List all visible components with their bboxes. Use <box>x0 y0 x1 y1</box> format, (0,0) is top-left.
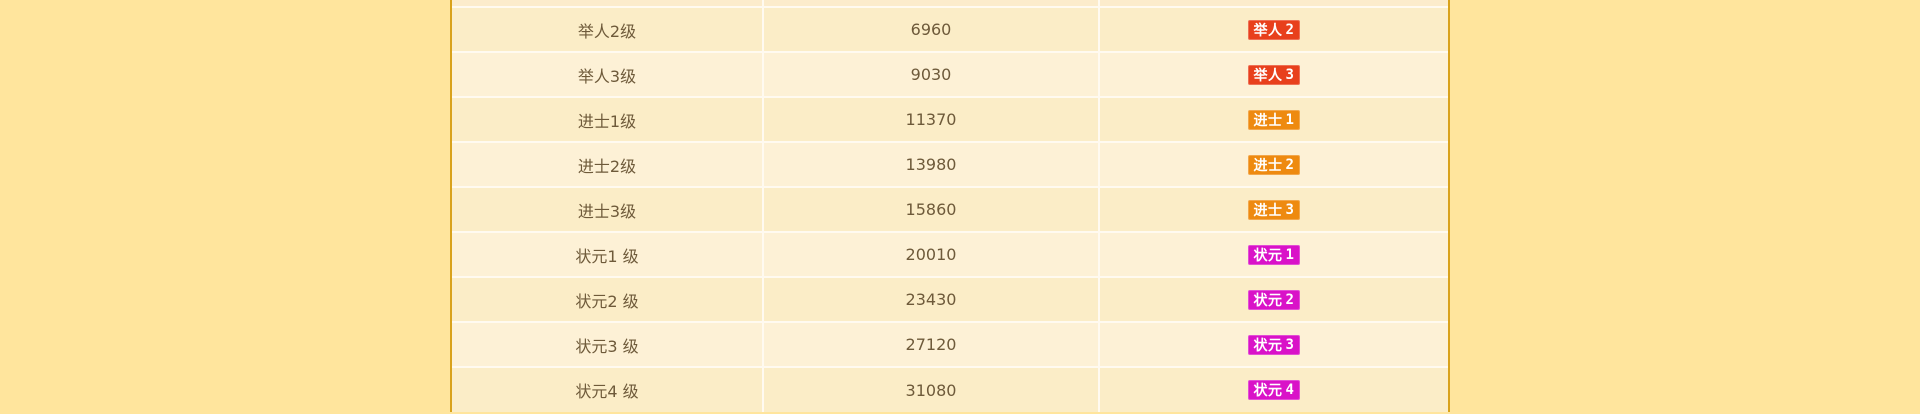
table-row: 状元3 级 27120 状元 3 <box>452 323 1448 368</box>
badge-label: 状元 <box>1253 292 1283 309</box>
badge-number: 4 <box>1285 382 1295 398</box>
badge-cell: 进士 2 <box>1100 143 1448 186</box>
badge-label: 状元 <box>1253 247 1283 264</box>
level-name: 状元2 级 <box>452 278 764 321</box>
table-row: 举人3级 9030 举人 3 <box>452 53 1448 98</box>
rank-badge: 举人 2 <box>1248 19 1300 40</box>
rank-badge: 进士 1 <box>1248 109 1300 130</box>
badge-number: 2 <box>1285 291 1295 308</box>
previous-row-edge <box>452 0 1448 8</box>
rank-badge: 状元 3 <box>1248 334 1300 355</box>
level-name: 举人2级 <box>452 8 764 51</box>
rank-badge: 进士 3 <box>1248 199 1300 220</box>
badge-label: 举人 <box>1253 22 1283 39</box>
level-name: 进士2级 <box>452 143 764 186</box>
badge-label: 状元 <box>1253 383 1283 399</box>
rank-badge: 状元 4 <box>1248 380 1300 400</box>
previous-row-cell <box>764 0 1100 6</box>
points-value: 20010 <box>764 233 1100 276</box>
level-name: 状元4 级 <box>452 368 764 412</box>
level-name: 状元3 级 <box>452 323 764 366</box>
points-value: 11370 <box>764 98 1100 141</box>
previous-row-cell <box>1100 0 1448 6</box>
points-value: 13980 <box>764 143 1100 186</box>
rank-badge: 进士 2 <box>1248 154 1300 175</box>
badge-label: 进士 <box>1253 112 1283 129</box>
badge-number: 3 <box>1285 336 1295 353</box>
table-row: 进士2级 13980 进士 2 <box>452 143 1448 188</box>
badge-label: 进士 <box>1253 202 1283 219</box>
points-value: 6960 <box>764 8 1100 51</box>
rank-badge: 状元 2 <box>1248 289 1300 310</box>
badge-cell: 状元 3 <box>1100 323 1448 366</box>
table-row: 状元1 级 20010 状元 1 <box>452 233 1448 278</box>
badge-cell: 进士 1 <box>1100 98 1448 141</box>
level-name: 进士1级 <box>452 98 764 141</box>
badge-label: 举人 <box>1253 67 1283 84</box>
badge-cell: 状元 4 <box>1100 368 1448 412</box>
badge-cell: 状元 1 <box>1100 233 1448 276</box>
badge-cell: 进士 3 <box>1100 188 1448 231</box>
level-name: 状元1 级 <box>452 233 764 276</box>
badge-number: 3 <box>1285 201 1295 218</box>
table-row: 状元2 级 23430 状元 2 <box>452 278 1448 323</box>
previous-row-cell <box>452 0 764 6</box>
badge-label: 进士 <box>1253 157 1283 174</box>
rank-badge: 状元 1 <box>1248 244 1300 265</box>
badge-number: 1 <box>1285 246 1295 263</box>
table-row: 状元4 级 31080 状元 4 <box>452 368 1448 412</box>
badge-cell: 举人 2 <box>1100 8 1448 51</box>
table-row: 进士1级 11370 进士 1 <box>452 98 1448 143</box>
level-table: 举人2级 6960 举人 2 举人3级 9030 举人 3 进士1级 11370 进… <box>450 0 1450 412</box>
points-value: 31080 <box>764 368 1100 412</box>
badge-label: 状元 <box>1253 337 1283 354</box>
badge-number: 3 <box>1285 66 1295 83</box>
table-row: 举人2级 6960 举人 2 <box>452 8 1448 53</box>
badge-number: 2 <box>1285 21 1295 38</box>
points-value: 15860 <box>764 188 1100 231</box>
badge-cell: 举人 3 <box>1100 53 1448 96</box>
badge-cell: 状元 2 <box>1100 278 1448 321</box>
rank-badge: 举人 3 <box>1248 64 1300 85</box>
level-name: 举人3级 <box>452 53 764 96</box>
table-row: 进士3级 15860 进士 3 <box>452 188 1448 233</box>
badge-number: 2 <box>1285 156 1295 173</box>
points-value: 23430 <box>764 278 1100 321</box>
points-value: 9030 <box>764 53 1100 96</box>
badge-number: 1 <box>1285 111 1295 128</box>
points-value: 27120 <box>764 323 1100 366</box>
level-name: 进士3级 <box>452 188 764 231</box>
